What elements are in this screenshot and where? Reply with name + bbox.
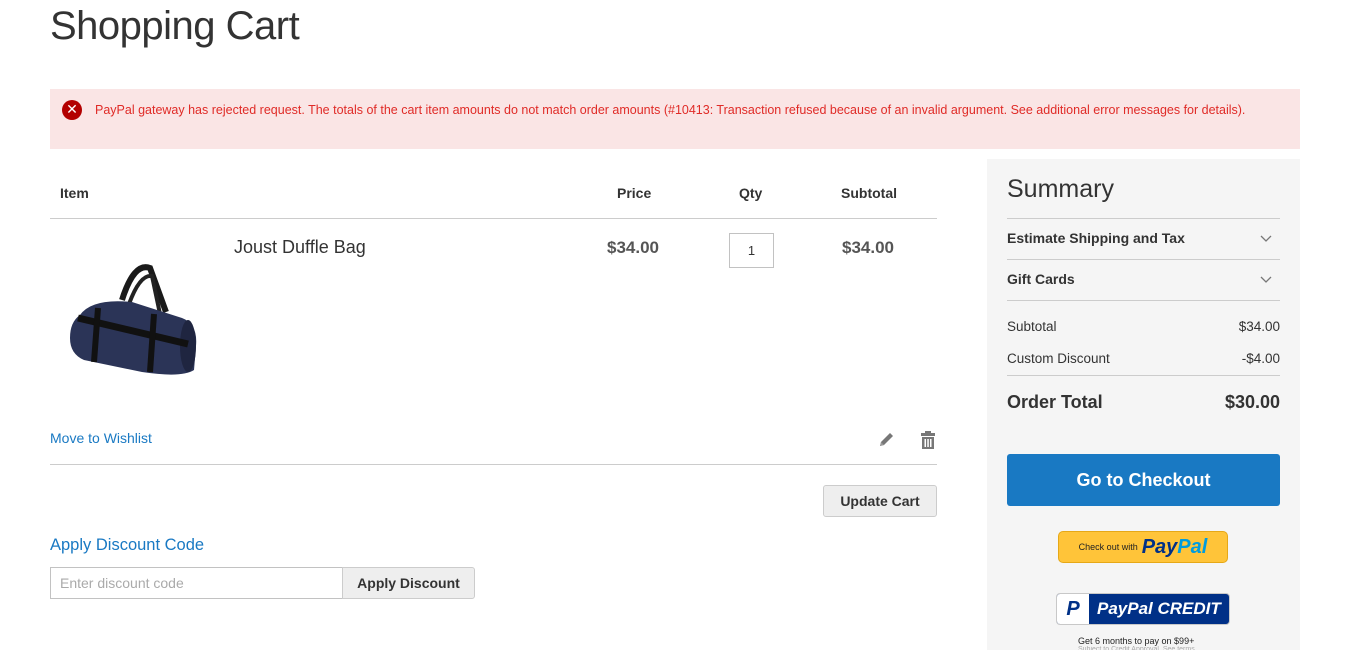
- paypal-credit-terms[interactable]: Subject to Credit Approval. See terms: [1078, 646, 1195, 650]
- page-title: Shopping Cart: [50, 4, 300, 48]
- paypal-p-icon: P: [1057, 594, 1089, 624]
- apply-discount-button[interactable]: Apply Discount: [342, 567, 475, 599]
- paypal-checkout-button[interactable]: Check out with PayPal: [1058, 531, 1228, 563]
- pencil-icon[interactable]: [876, 430, 896, 450]
- summary-divider: [1007, 375, 1280, 376]
- gift-cards-label: Gift Cards: [1007, 271, 1075, 287]
- chevron-down-icon: [1260, 235, 1272, 242]
- discount-label: Custom Discount: [1007, 351, 1110, 366]
- product-image[interactable]: [62, 260, 202, 385]
- error-message-text: PayPal gateway has rejected request. The…: [95, 103, 1246, 117]
- summary-divider: [1007, 259, 1280, 260]
- order-summary: Summary Estimate Shipping and Tax Gift C…: [987, 159, 1300, 650]
- subtotal-value: $34.00: [1238, 319, 1280, 334]
- subtotal-label: Subtotal: [1007, 319, 1057, 334]
- order-total-row: Order Total $30.00: [1007, 392, 1280, 413]
- paypal-credit-label: PayPal CREDIT: [1097, 599, 1221, 618]
- go-to-checkout-button[interactable]: Go to Checkout: [1007, 454, 1280, 506]
- error-message: ✕ PayPal gateway has rejected request. T…: [50, 89, 1300, 149]
- item-divider: [50, 464, 937, 465]
- chevron-down-icon: [1260, 276, 1272, 283]
- discount-code-input[interactable]: [50, 567, 343, 599]
- header-item: Item: [60, 185, 89, 201]
- summary-divider: [1007, 300, 1280, 301]
- discount-section-title[interactable]: Apply Discount Code: [50, 536, 204, 555]
- paypal-logo: PayPal: [1141, 535, 1208, 558]
- product-name[interactable]: Joust Duffle Bag: [234, 237, 366, 258]
- summary-divider: [1007, 218, 1280, 219]
- item-subtotal: $34.00: [842, 238, 894, 257]
- gift-cards-toggle[interactable]: Gift Cards: [1007, 271, 1280, 287]
- qty-input[interactable]: [729, 233, 774, 268]
- discount-value: -$4.00: [1241, 351, 1280, 366]
- order-total-value: $30.00: [1224, 392, 1280, 412]
- error-x-icon: ✕: [62, 100, 82, 120]
- estimate-shipping-label: Estimate Shipping and Tax: [1007, 230, 1185, 246]
- estimate-shipping-toggle[interactable]: Estimate Shipping and Tax: [1007, 230, 1280, 246]
- paypal-prefix: Check out with: [1078, 542, 1138, 552]
- update-cart-button[interactable]: Update Cart: [823, 485, 937, 517]
- paypal-credit-button[interactable]: P PayPal CREDIT: [1056, 593, 1230, 625]
- order-total-label: Order Total: [1007, 392, 1103, 412]
- trash-icon[interactable]: [918, 430, 938, 450]
- paypal-credit-note: Get 6 months to pay on $99+: [1078, 636, 1195, 646]
- header-qty: Qty: [739, 185, 763, 201]
- move-to-wishlist-link[interactable]: Move to Wishlist: [50, 430, 152, 446]
- header-divider: [50, 218, 937, 219]
- summary-row-subtotal: Subtotal $34.00: [1007, 319, 1280, 334]
- header-price: Price: [617, 185, 652, 201]
- summary-row-discount: Custom Discount -$4.00: [1007, 351, 1280, 366]
- header-subtotal: Subtotal: [841, 185, 897, 201]
- item-price: $34.00: [607, 238, 659, 257]
- summary-title: Summary: [1007, 175, 1114, 203]
